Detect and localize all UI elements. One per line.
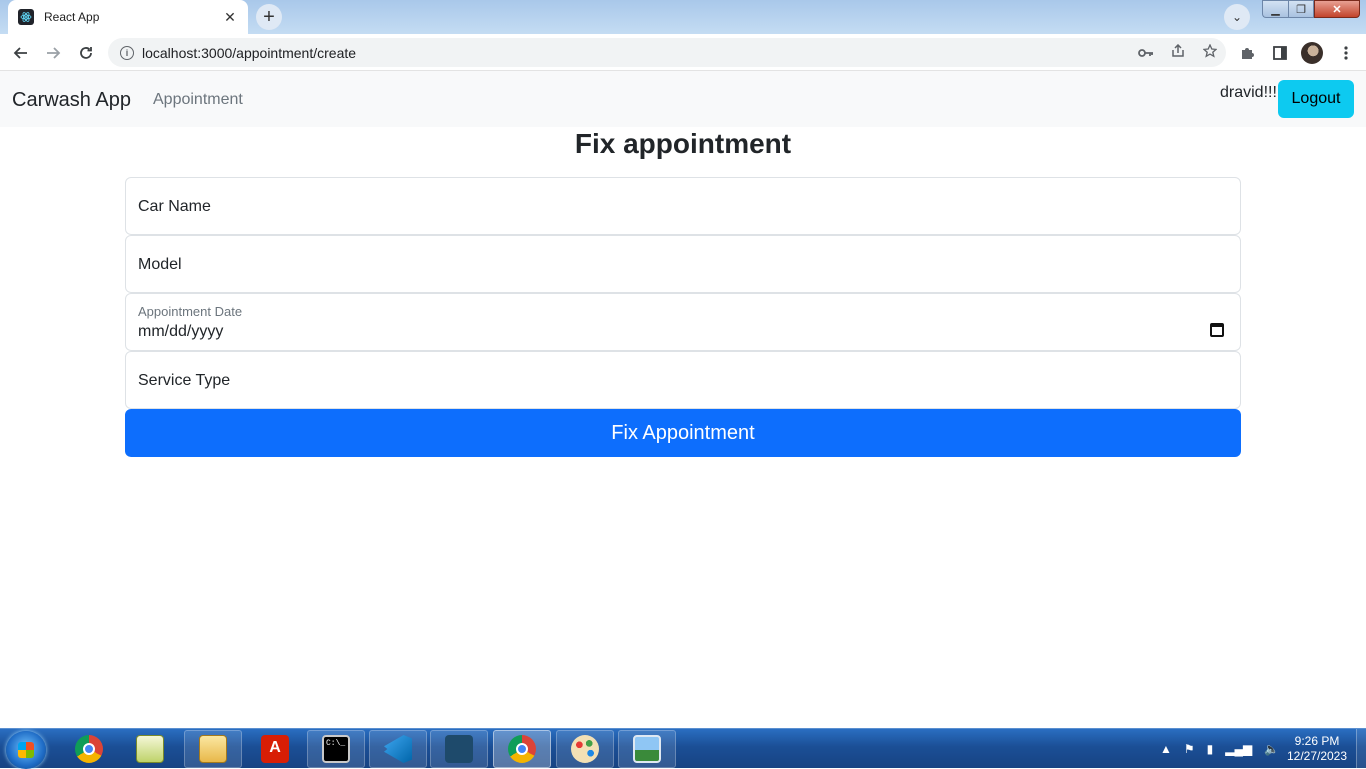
extensions-puzzle-icon[interactable] [1236,41,1260,65]
reload-icon[interactable] [74,41,98,65]
calendar-icon[interactable] [1210,323,1224,337]
power-icon[interactable]: ▮ [1207,742,1214,756]
service-type-placeholder: Service Type [138,372,231,389]
taskbar-acrobat[interactable] [246,730,304,768]
taskbar-vscode[interactable] [369,730,427,768]
browser-tab-strip: React App ✕ + ⌄ ▁ ❐ ✕ [0,0,1366,34]
clock-date: 12/27/2023 [1286,749,1348,763]
page-title: Fix appointment [574,128,792,159]
taskbar-photo-viewer[interactable] [618,730,676,768]
browser-toolbar: i localhost:3000/appointment/create [0,34,1366,71]
url-text: localhost:3000/appointment/create [142,44,357,61]
side-panel-icon[interactable] [1268,41,1292,65]
vscode-icon [384,735,412,763]
fix-appointment-button[interactable]: Fix Appointment [125,409,1241,457]
navbar-brand[interactable]: Carwash App [12,89,131,112]
tray-expand-icon[interactable]: ▲ [1160,742,1172,756]
key-icon[interactable] [1130,45,1162,61]
browser-tab[interactable]: React App ✕ [8,0,248,34]
windows-taskbar: C:\_ ▲ ⚑ ▮ ▂▄▆ 🔈 9:26 PM 12/27/2023 [0,728,1366,769]
taskbar-paint[interactable] [556,730,614,768]
react-favicon-icon [18,9,34,25]
paint-icon [571,735,599,763]
share-icon[interactable] [1162,43,1194,61]
model-placeholder: Model [138,256,182,273]
taskbar-notepad[interactable] [121,730,179,768]
start-button[interactable] [6,731,46,769]
service-type-field[interactable]: Service Type [125,351,1241,409]
taskbar-chrome[interactable] [60,730,118,768]
photo-viewer-icon [633,735,661,763]
tab-title: React App [44,10,100,24]
taskbar-command-prompt[interactable]: C:\_ [307,730,365,768]
tab-search-button[interactable]: ⌄ [1224,4,1250,30]
notepad-icon [136,735,164,763]
window-minimize-button[interactable]: ▁ [1262,0,1288,18]
show-desktop-button[interactable] [1356,729,1366,769]
back-arrow-icon[interactable] [9,41,33,65]
taskbar-chrome-active[interactable] [493,730,551,768]
site-info-icon[interactable]: i [120,45,134,60]
window-close-button[interactable]: ✕ [1314,0,1360,18]
taskbar-mysql-workbench[interactable] [430,730,488,768]
volume-icon[interactable]: 🔈 [1264,742,1279,756]
logout-button[interactable]: Logout [1278,80,1354,118]
app-navbar: Carwash App Appointment dravid!!! Logout [0,71,1366,127]
address-bar[interactable]: i localhost:3000/appointment/create [108,38,1226,67]
taskbar-file-explorer[interactable] [184,730,242,768]
username-label: dravid!!! [1220,84,1277,101]
bookmark-star-icon[interactable] [1194,43,1226,61]
model-field[interactable]: Model [125,235,1241,293]
network-icon[interactable]: ▂▄▆ [1225,742,1252,756]
more-menu-icon[interactable] [1334,41,1358,65]
taskbar-clock[interactable]: 9:26 PM 12/27/2023 [1282,734,1352,764]
car-name-placeholder: Car Name [138,198,211,215]
nav-link-appointment[interactable]: Appointment [153,91,243,109]
chrome-icon [508,735,536,763]
window-maximize-button[interactable]: ❐ [1288,0,1314,18]
appointment-date-value: mm/dd/yyyy [138,323,224,340]
action-center-flag-icon[interactable]: ⚑ [1184,742,1195,756]
appointment-date-field[interactable]: Appointment Date mm/dd/yyyy [125,293,1241,351]
folder-icon [199,735,227,763]
clock-time: 9:26 PM [1294,734,1340,748]
acrobat-icon [261,735,289,763]
appointment-date-label: Appointment Date [138,304,243,319]
chrome-icon [75,735,103,763]
new-tab-button[interactable]: + [256,4,282,30]
forward-arrow-icon[interactable] [41,41,65,65]
tab-close-icon[interactable]: ✕ [222,9,238,26]
car-name-field[interactable]: Car Name [125,177,1241,235]
profile-avatar[interactable] [1301,42,1323,64]
mysql-workbench-icon [445,735,473,763]
system-tray: ▲ ⚑ ▮ ▂▄▆ 🔈 [1160,729,1291,769]
command-prompt-icon: C:\_ [322,735,350,763]
